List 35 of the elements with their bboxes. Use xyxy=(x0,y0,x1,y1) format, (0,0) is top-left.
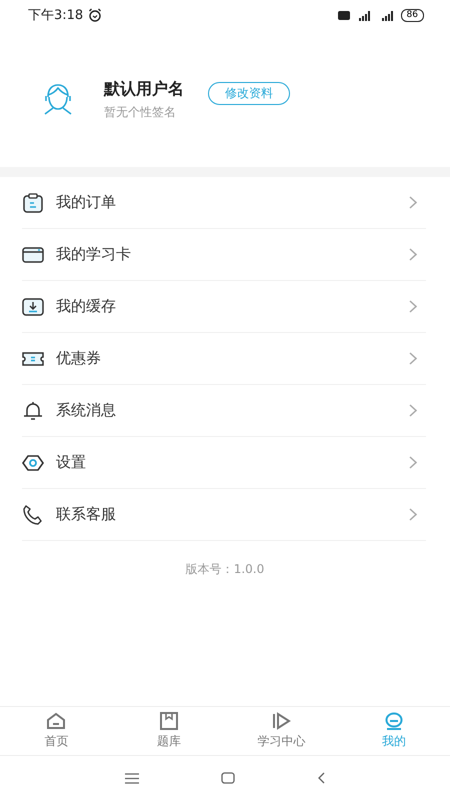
user-name: 默认用户名 xyxy=(104,78,184,100)
bell-icon xyxy=(22,400,44,422)
chevron-right-icon xyxy=(409,456,417,469)
chevron-right-icon xyxy=(409,196,417,209)
battery-indicator: 86 xyxy=(400,8,424,22)
clipboard-icon xyxy=(22,192,44,214)
chevron-right-icon xyxy=(409,352,417,365)
chevron-right-icon xyxy=(409,248,417,261)
tab-item[interactable]: 首页 xyxy=(0,707,112,755)
chevron-right-icon xyxy=(409,404,417,417)
home-icon xyxy=(46,712,66,730)
status-time: 下午3:18 xyxy=(28,7,84,24)
menu-item[interactable]: 联系客服 xyxy=(22,489,426,541)
home-button-icon[interactable] xyxy=(221,772,235,784)
menu-item[interactable]: 我的缓存 xyxy=(22,281,426,333)
download-icon xyxy=(22,296,44,318)
menu-item[interactable]: 设置 xyxy=(22,437,426,489)
bookmark-box-icon xyxy=(158,712,179,730)
chevron-right-icon xyxy=(409,508,417,521)
version-text: 版本号：1.0.0 xyxy=(186,561,264,578)
alarm-icon xyxy=(88,8,102,22)
menu-item[interactable]: 我的学习卡 xyxy=(22,229,426,281)
hd-icon xyxy=(338,10,350,20)
menu-item[interactable]: 我的订单 xyxy=(22,177,426,229)
phone-icon xyxy=(22,504,44,526)
person-icon xyxy=(384,712,404,730)
menu-icon[interactable] xyxy=(125,772,139,784)
chevron-right-icon xyxy=(409,300,417,313)
menu-item[interactable]: 系统消息 xyxy=(22,385,426,437)
back-icon[interactable] xyxy=(317,772,325,784)
menu-item[interactable]: 优惠券 xyxy=(22,333,426,385)
play-icon xyxy=(271,712,292,730)
tab-item[interactable]: 题库 xyxy=(112,707,225,755)
user-signature: 暂无个性签名 xyxy=(104,104,177,120)
tab-item[interactable]: 学习中心 xyxy=(225,707,338,755)
